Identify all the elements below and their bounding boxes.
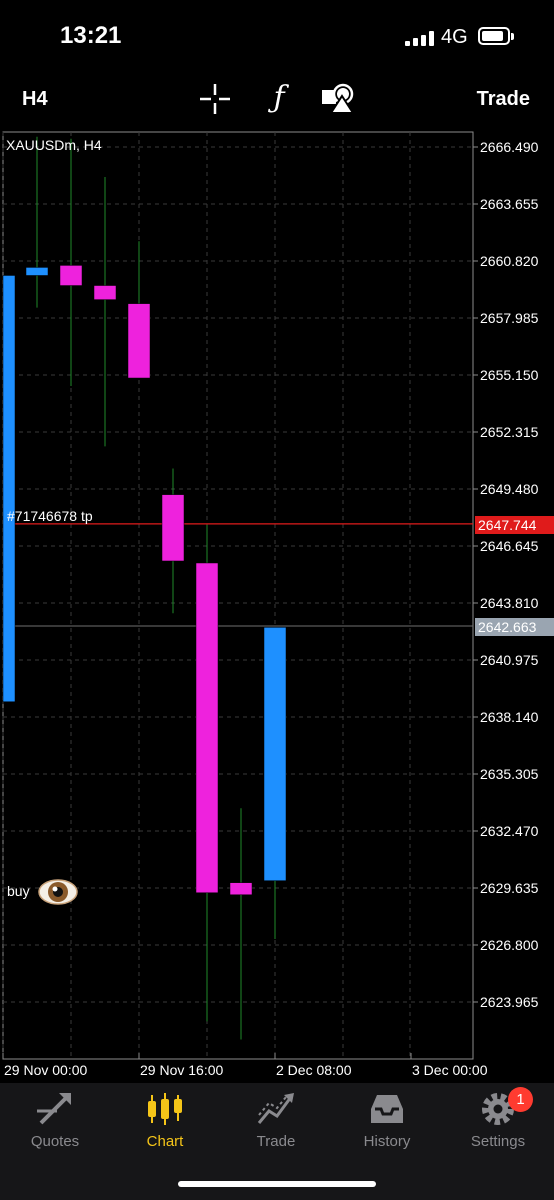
trade-icon	[256, 1091, 296, 1127]
candle-body	[263, 627, 287, 881]
tp-line-label: #71746678 tp	[7, 508, 93, 524]
quotes-icon	[35, 1091, 75, 1127]
y-tick-label: 2640.975	[480, 652, 539, 668]
signal-icon	[405, 31, 435, 46]
y-tick-label: 2660.820	[480, 253, 539, 269]
y-tick-label: 2655.150	[480, 367, 539, 383]
y-tick-label: 2666.490	[480, 139, 539, 155]
nav-label: Chart	[146, 1133, 184, 1150]
y-tick-label: 2657.985	[480, 310, 539, 326]
tp-price-tag: 2647.744	[475, 516, 554, 534]
nav-label: Trade	[256, 1133, 296, 1150]
history-icon	[367, 1091, 407, 1127]
y-tick-label: 2623.965	[480, 994, 539, 1010]
candle-body	[2, 275, 16, 702]
candle-body	[229, 882, 253, 895]
x-tick-label: 29 Nov 00:00	[4, 1062, 88, 1078]
battery-icon	[478, 27, 514, 45]
home-indicator[interactable]	[178, 1181, 376, 1187]
y-tick-label: 2643.810	[480, 595, 539, 611]
nav-label: Settings	[470, 1133, 526, 1150]
chart-icon	[145, 1091, 185, 1127]
current-price-tag: 2642.663	[475, 618, 554, 636]
nav-item-trade[interactable]: Trade	[221, 1083, 331, 1153]
chart-canvas	[2, 131, 478, 1060]
x-tick-label: 3 Dec 00:00	[412, 1062, 488, 1078]
network-type: 4G	[441, 26, 468, 48]
timeframe-button[interactable]: H4	[22, 88, 48, 111]
status-time: 13:21	[60, 22, 122, 49]
nav-item-history[interactable]: History	[332, 1083, 442, 1153]
y-tick-label: 2632.470	[480, 823, 539, 839]
y-tick-label: 2663.655	[480, 196, 539, 212]
indicators-icon[interactable]: ƒ	[262, 80, 296, 115]
y-tick-label: 2638.140	[480, 709, 539, 725]
nav-item-settings[interactable]: Settings	[443, 1083, 553, 1153]
candle-body	[25, 267, 49, 276]
y-tick-label: 2635.305	[480, 766, 539, 782]
x-tick-label: 2 Dec 08:00	[276, 1062, 352, 1078]
y-tick-label: 2649.480	[480, 481, 539, 497]
settings-badge: 1	[508, 1087, 533, 1112]
trade-button[interactable]: Trade	[477, 88, 530, 111]
candle-body	[59, 265, 83, 286]
candle-body	[195, 562, 219, 893]
y-tick-label: 2626.800	[480, 937, 539, 953]
nav-item-quotes[interactable]: Quotes	[0, 1083, 110, 1153]
nav-label: History	[363, 1133, 411, 1150]
objects-icon[interactable]	[320, 82, 355, 116]
y-tick-label: 2646.645	[480, 538, 539, 554]
nav-label: Quotes	[30, 1133, 80, 1150]
nav-item-chart[interactable]: Chart	[110, 1083, 220, 1153]
eye-icon[interactable]	[38, 874, 78, 910]
candle-body	[127, 303, 151, 379]
x-tick-label: 29 Nov 16:00	[140, 1062, 224, 1078]
crosshair-icon[interactable]	[198, 82, 232, 116]
y-tick-label: 2652.315	[480, 424, 539, 440]
candle-body	[161, 494, 185, 562]
buy-marker-label: buy	[7, 883, 30, 899]
price-chart[interactable]	[0, 130, 554, 1060]
y-tick-label: 2629.635	[480, 880, 539, 896]
candle-body	[93, 285, 117, 300]
symbol-label: XAUUSDm, H4	[6, 137, 102, 153]
